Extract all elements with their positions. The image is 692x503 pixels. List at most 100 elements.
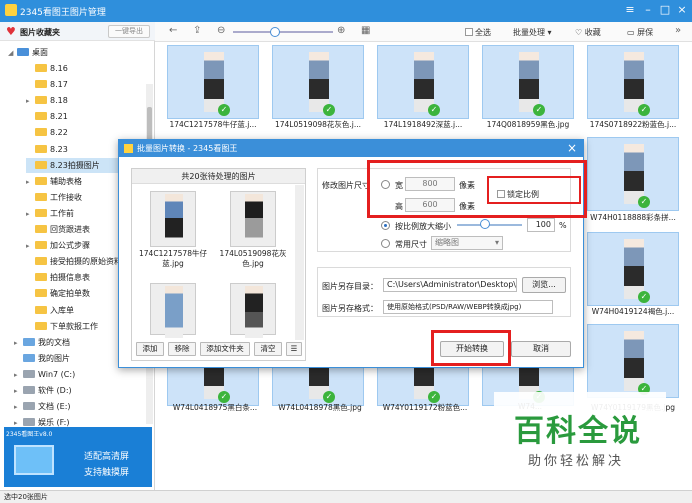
folder-icon [23, 402, 35, 411]
screensaver-button[interactable]: ▭ 屏保 [627, 27, 653, 38]
batch-convert-dialog: 批量图片转换 - 2345看图王 × 共20张待处理的图片 174C121757… [118, 139, 587, 368]
thumbnail-label: 174S0718922粉蓝色.j... [589, 120, 677, 129]
expand-arrow-icon[interactable]: ▸ [26, 94, 35, 109]
thumbnail-photo [309, 52, 329, 112]
image-thumbnail[interactable]: ✓ [587, 232, 679, 306]
image-thumbnail[interactable]: ✓ [587, 324, 679, 398]
image-thumbnail[interactable]: ✓ [272, 45, 364, 119]
list-caption-1: 174C1217578牛仔蓝.jpg [139, 249, 207, 268]
image-thumbnail[interactable]: ✓ [167, 45, 259, 119]
folder-icon [35, 64, 47, 72]
expand-arrow-icon[interactable]: ▸ [14, 384, 23, 399]
sidebar-item-label: 拍摄信息表 [50, 273, 90, 283]
zoom-in-icon[interactable]: ⊕ [337, 25, 345, 36]
tree-root-label: 桌面 [32, 48, 48, 57]
grid-view-icon[interactable]: ▦ [361, 25, 370, 36]
thumbnail-label: 174C1217578牛仔蓝.j... [169, 120, 257, 129]
folder-icon [35, 80, 47, 89]
sidebar-item-label: 文档 (E:) [38, 402, 71, 412]
thumbnail-photo [204, 52, 224, 112]
list-scrollbar[interactable] [295, 185, 304, 340]
window-title: 2345看图王图片管理 [20, 8, 106, 18]
list-thumb-4[interactable] [230, 283, 276, 338]
select-all-checkbox[interactable]: 全选 [465, 27, 491, 38]
toolbar: ← ⇪ ⊖ ⊕ ▦ 全选 批量处理 ▾ ♡ 收藏 ▭ 屏保 » [155, 22, 692, 42]
scale-slider-knob[interactable] [480, 219, 490, 229]
select-all-box[interactable] [465, 28, 473, 36]
list-thumb-1[interactable] [150, 191, 196, 247]
zoom-slider-knob[interactable] [270, 27, 280, 37]
check-icon: ✓ [638, 104, 650, 116]
sidebar-item[interactable]: ▸ Win7 (C:) [14, 367, 134, 382]
title-bar: 2345看图王图片管理 ≡ – □ × [0, 0, 692, 22]
sidebar-item[interactable]: 8.17 [26, 77, 146, 92]
browse-button[interactable]: 浏览... [522, 277, 566, 293]
expand-arrow-icon[interactable]: ▸ [14, 336, 23, 351]
expand-arrow-icon[interactable]: ▸ [26, 239, 35, 254]
back-arrow-icon[interactable]: ← [169, 25, 177, 36]
sidebar-item-label: 8.21 [50, 112, 68, 122]
sidebar-item[interactable]: 8.16 [26, 61, 146, 76]
sidebar-item[interactable]: ▸ 软件 (D:) [14, 383, 134, 398]
expand-arrow-icon[interactable]: ▸ [26, 175, 35, 190]
scale-field[interactable]: 100 [527, 218, 555, 232]
expand-arrow-icon[interactable]: ▸ [14, 400, 23, 415]
thumbnail-photo [624, 144, 644, 204]
favorite-button[interactable]: ♡ 收藏 [575, 27, 601, 38]
batch-menu-button[interactable]: 批量处理 ▾ [513, 27, 552, 38]
folder-icon [35, 305, 47, 314]
sidebar-item[interactable]: 我的图片 [14, 351, 134, 366]
minimize-icon[interactable]: – [640, 3, 656, 16]
tree-root[interactable]: ◢ 桌面 [8, 45, 48, 60]
maximize-icon[interactable]: □ [657, 3, 673, 16]
export-icon[interactable]: ⇪ [193, 25, 201, 36]
highlight-lock-box [487, 176, 581, 204]
remove-button[interactable]: 移除 [168, 342, 196, 356]
sidebar-item[interactable]: ▸ 我的文档 [14, 335, 134, 350]
common-size-radio[interactable] [381, 239, 390, 248]
monitor-icon [14, 445, 54, 475]
close-icon[interactable]: × [674, 3, 690, 16]
screensaver-label: 屏保 [637, 28, 654, 37]
expand-arrow-icon[interactable]: ▸ [26, 207, 35, 222]
thumbnail-label: 174Q0818959黑色.jpg [486, 120, 570, 129]
sidebar-item-label: 工作接收 [50, 192, 82, 202]
image-thumbnail[interactable]: ✓ [587, 45, 679, 119]
image-thumbnail[interactable]: ✓ [587, 137, 679, 211]
sidebar-item-label: 8.16 [50, 64, 68, 73]
watermark-subtitle: 助你轻松解决 [528, 454, 625, 469]
list-thumb-2[interactable] [230, 191, 276, 247]
sidebar-item[interactable]: ▸ 文档 (E:) [14, 399, 134, 414]
sidebar-item[interactable]: ▸ 8.18 [26, 93, 146, 108]
list-view-icon[interactable]: ☰ [286, 342, 302, 356]
add-folder-button[interactable]: 添加文件夹 [200, 342, 250, 356]
clear-button[interactable]: 清空 [254, 342, 282, 356]
list-thumb-3-photo [165, 286, 183, 338]
dialog-close-icon[interactable]: × [567, 141, 577, 155]
save-dir-input[interactable]: C:\Users\Administrator\Desktop\ [383, 278, 517, 292]
common-size-select[interactable]: 缩略图 ▾ [431, 236, 503, 250]
format-select[interactable]: 使用原始格式(PSD/RAW/WEBP转换成jpg) [383, 300, 553, 314]
status-text: 选中20张图片 [4, 493, 48, 501]
add-button[interactable]: 添加 [136, 342, 164, 356]
image-thumbnail[interactable]: ✓ [482, 45, 574, 119]
sidebar-item-label: 8.23拍摄图片 [50, 160, 100, 170]
list-thumb-3[interactable] [150, 283, 196, 338]
zoom-slider[interactable] [233, 31, 333, 33]
folder-icon [23, 369, 35, 378]
check-icon: ✓ [323, 104, 335, 116]
menu-icon[interactable]: ≡ [622, 3, 638, 16]
image-thumbnail[interactable]: ✓ [377, 45, 469, 119]
batch-label: 批量处理 [513, 28, 545, 37]
more-icon[interactable]: » [675, 25, 681, 36]
sidebar-item-label: Win7 (C:) [38, 369, 76, 379]
expand-arrow-icon[interactable]: ▸ [14, 368, 23, 383]
thumbnail-label: W74Y0119172粉蓝色... [382, 403, 468, 412]
cancel-button[interactable]: 取消 [511, 341, 571, 357]
zoom-out-icon[interactable]: ⊖ [217, 25, 225, 36]
export-button[interactable]: 一键导出 [108, 25, 150, 38]
thumbnail-label: 174L0519098花灰色.j... [274, 120, 361, 129]
promo-banner[interactable]: 2345看图王v8.0 适配高清屏 支持触摸屏 [4, 427, 152, 487]
sidebar-item[interactable]: 8.21 [26, 109, 146, 124]
scale-radio[interactable] [381, 221, 390, 230]
